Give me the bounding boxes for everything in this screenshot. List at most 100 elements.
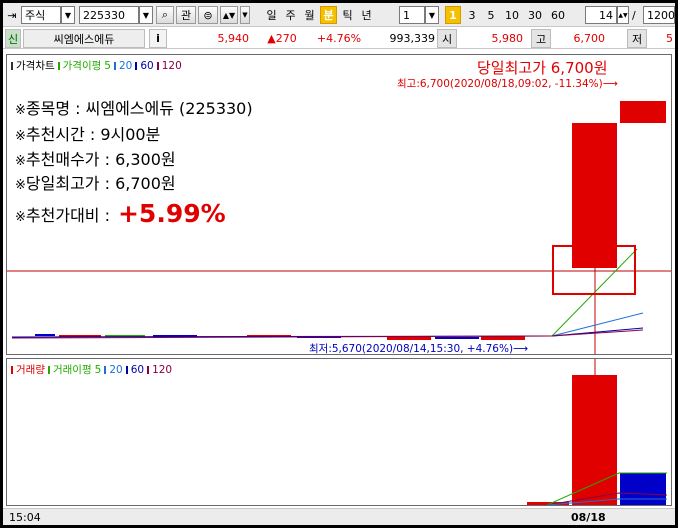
search-icon[interactable]: ⌕ bbox=[156, 6, 174, 24]
period-count-value: 1 bbox=[403, 8, 410, 22]
minute-3-button[interactable]: 3 bbox=[464, 6, 480, 24]
axis-start-time: 15:04 bbox=[9, 511, 41, 524]
high-price-note: 최고:6,700(2020/08/18,09:02, -11.34%)⟶ bbox=[397, 78, 618, 90]
note-mark: ※ bbox=[15, 178, 26, 193]
minute-1-button[interactable]: 1 bbox=[445, 6, 461, 24]
legend-swatch bbox=[57, 61, 60, 70]
stock-code-input[interactable]: 225330 bbox=[79, 6, 139, 24]
time-axis: 15:04 08/18 bbox=[3, 508, 675, 525]
period-month[interactable]: 월 bbox=[301, 6, 318, 24]
market-type-value: 주식 bbox=[25, 9, 46, 22]
stock-name: 씨엠에스에듀 bbox=[23, 29, 145, 48]
link-icon[interactable]: ⊜ bbox=[198, 6, 218, 24]
ratio-label: 추천가대비 : bbox=[25, 205, 110, 225]
ratio-value: +5.99% bbox=[117, 199, 226, 228]
legend-swatch bbox=[135, 61, 138, 70]
price-chart-pane[interactable]: 가격차트 가격이평 5 20 60 120 당일최고가 6,700원 최고:6,… bbox=[6, 54, 672, 355]
total-count-value: 1200 bbox=[647, 8, 675, 22]
legend-ma-label[interactable]: 거래이평 bbox=[53, 362, 92, 377]
display-count-value: 14 bbox=[599, 8, 613, 22]
candle bbox=[435, 337, 479, 339]
axis-date-label: 08/18 bbox=[571, 511, 606, 524]
period-tick[interactable]: 틱 bbox=[339, 6, 356, 24]
legend-ma-label[interactable]: 가격이평 bbox=[63, 58, 102, 73]
minute-5-button[interactable]: 5 bbox=[483, 6, 499, 24]
relation-button[interactable]: 관 bbox=[176, 6, 196, 24]
period-year[interactable]: 년 bbox=[358, 6, 375, 24]
open-price: 5,980 bbox=[491, 32, 524, 45]
more-icon[interactable]: ▼ bbox=[240, 6, 250, 24]
stock-code-dropdown-icon[interactable]: ▼ bbox=[139, 6, 153, 24]
legend-ma-5[interactable]: 5 bbox=[104, 60, 111, 72]
period-count-dropdown-icon[interactable]: ▼ bbox=[425, 6, 439, 24]
legend-ma-5[interactable]: 5 bbox=[95, 364, 102, 376]
headline-high-price: 당일최고가 6,700원 bbox=[477, 59, 608, 77]
legend-ma-60[interactable]: 60 bbox=[140, 60, 153, 72]
chart-toolbar: ⇥ 주식 ▼ 225330 ▼ ⌕ 관 ⊜ ▲▼ ▼ 일 주 월 분 틱 년 1… bbox=[3, 3, 675, 27]
period-day[interactable]: 일 bbox=[263, 6, 280, 24]
market-type-dropdown-icon[interactable]: ▼ bbox=[61, 6, 75, 24]
info-text: 추천매수가 : 6,300원 bbox=[25, 150, 176, 169]
minute-10-button[interactable]: 10 bbox=[502, 6, 522, 24]
info-line-ratio: ※추천가대비 : +5.99% bbox=[15, 199, 226, 228]
volume-bar-down bbox=[620, 473, 666, 505]
candle bbox=[35, 334, 55, 336]
display-count-spin-icon[interactable]: ▲▼ bbox=[617, 6, 629, 24]
info-line-time: ※추천시간 : 9시00분 bbox=[15, 121, 160, 145]
legend-swatch bbox=[47, 365, 50, 374]
legend-swatch bbox=[11, 61, 13, 70]
note-mark: ※ bbox=[15, 154, 26, 169]
high-price: 6,700 bbox=[573, 32, 606, 45]
legend-swatch bbox=[11, 365, 13, 374]
info-line-name: ※종목명 : 씨엠에스에듀 (225330) bbox=[15, 95, 253, 119]
market-type-select[interactable]: 주식 bbox=[21, 6, 61, 24]
current-price: 5,940 bbox=[217, 32, 250, 45]
new-listing-badge: 신 bbox=[5, 29, 21, 48]
volume-legend: 거래량 거래이평 5 20 60 120 bbox=[11, 362, 172, 377]
chart-window: ⇥ 주식 ▼ 225330 ▼ ⌕ 관 ⊜ ▲▼ ▼ 일 주 월 분 틱 년 1… bbox=[3, 3, 675, 525]
low-label: 저 bbox=[627, 29, 647, 48]
trade-volume: 993,339 bbox=[389, 32, 436, 45]
change-rate: +4.76% bbox=[316, 32, 362, 45]
info-icon[interactable]: i bbox=[149, 29, 167, 48]
period-count-input[interactable]: 1 bbox=[399, 6, 425, 24]
display-count-input[interactable]: 14 bbox=[585, 6, 617, 24]
legend-swatch bbox=[147, 365, 150, 374]
low-price-note: 최저:5,670(2020/08/14,15:30, +4.76%)⟶ bbox=[309, 343, 529, 355]
period-week[interactable]: 주 bbox=[282, 6, 299, 24]
info-text: 추천시간 : 9시00분 bbox=[25, 125, 161, 144]
legend-swatch bbox=[104, 365, 107, 374]
quote-bar: 신 씨엠에스에듀 i 5,940 ▲270 +4.76% 993,339 시 5… bbox=[3, 28, 675, 49]
count-separator: / bbox=[632, 8, 636, 22]
minute-60-button[interactable]: 60 bbox=[548, 6, 568, 24]
link-arrow-icon[interactable]: ⇥ bbox=[5, 6, 19, 24]
open-label: 시 bbox=[437, 29, 457, 48]
legend-ma-120[interactable]: 120 bbox=[162, 60, 182, 72]
total-count-input[interactable]: 1200 bbox=[643, 6, 675, 24]
period-minute[interactable]: 분 bbox=[320, 6, 337, 24]
info-text: 당일최고가 : 6,700원 bbox=[25, 174, 176, 193]
legend-ma-120[interactable]: 120 bbox=[152, 364, 172, 376]
legend-title[interactable]: 거래량 bbox=[16, 362, 45, 377]
info-line-high-price: ※당일최고가 : 6,700원 bbox=[15, 170, 176, 194]
info-text: 종목명 : 씨엠에스에듀 (225330) bbox=[25, 99, 253, 118]
volume-chart-pane[interactable]: 거래량 거래이평 5 20 60 120 bbox=[6, 358, 672, 506]
info-line-buy-price: ※추천매수가 : 6,300원 bbox=[15, 146, 176, 170]
high-candle bbox=[620, 101, 666, 123]
spin-updown-icon[interactable]: ▲▼ bbox=[220, 6, 238, 24]
stock-code-value: 225330 bbox=[83, 8, 125, 22]
price-legend: 가격차트 가격이평 5 20 60 120 bbox=[11, 58, 182, 73]
legend-swatch bbox=[156, 61, 159, 70]
volume-chart-canvas bbox=[527, 359, 668, 505]
minute-30-button[interactable]: 30 bbox=[525, 6, 545, 24]
volume-bar-big bbox=[572, 375, 617, 505]
legend-ma-20[interactable]: 20 bbox=[109, 364, 122, 376]
note-mark: ※ bbox=[15, 129, 26, 144]
note-mark: ※ bbox=[15, 209, 26, 225]
legend-ma-60[interactable]: 60 bbox=[131, 364, 144, 376]
legend-title[interactable]: 가격차트 bbox=[16, 58, 55, 73]
price-change: ▲270 bbox=[267, 32, 297, 45]
legend-ma-20[interactable]: 20 bbox=[119, 60, 132, 72]
legend-swatch bbox=[125, 365, 128, 374]
legend-swatch bbox=[113, 61, 116, 70]
